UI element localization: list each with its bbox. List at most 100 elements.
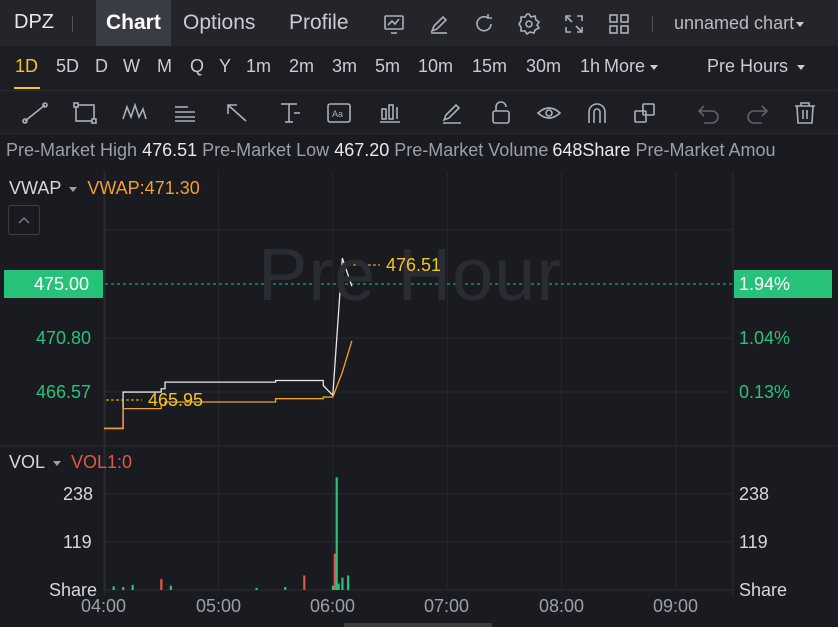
volume-bars: [112, 477, 350, 590]
divider: [652, 16, 653, 32]
chevron-down-icon: [797, 64, 806, 70]
percent-axis-label: 1.04%: [739, 328, 791, 348]
svg-text:Aa: Aa: [332, 109, 343, 119]
pre-market-volume-value: 648Share: [552, 140, 631, 160]
edit-icon[interactable]: [427, 12, 451, 36]
time-axis-label: 04:00: [81, 596, 127, 616]
undo-icon[interactable]: [696, 101, 722, 125]
chart-icon[interactable]: [382, 12, 406, 36]
timeframe-1d[interactable]: 1D: [15, 56, 38, 77]
timeframe-5d[interactable]: 5D: [56, 56, 79, 77]
price-axis-label: 466.57: [36, 382, 92, 402]
pattern-icon[interactable]: [121, 101, 147, 125]
settings-icon[interactable]: [517, 12, 541, 36]
timeframe-1h[interactable]: 1h: [580, 56, 600, 77]
volume-bar: [331, 585, 334, 590]
timeframe-q[interactable]: Q: [190, 56, 204, 77]
volume-legend[interactable]: VOL VOL1:0: [9, 452, 132, 473]
chevron-down-icon: [650, 64, 659, 70]
session-dropdown[interactable]: Pre Hours: [707, 56, 806, 77]
volume-bar: [333, 553, 336, 590]
trend-line-icon[interactable]: [22, 101, 48, 125]
text-label-icon[interactable]: Aa: [326, 101, 352, 125]
divider: [72, 16, 73, 32]
magnet-icon[interactable]: [584, 101, 610, 125]
trash-icon[interactable]: [792, 101, 818, 125]
timeframe-1m[interactable]: 1m: [246, 56, 271, 77]
volume-bar: [347, 575, 350, 590]
chevron-down-icon: [53, 460, 62, 466]
visibility-icon[interactable]: [536, 101, 562, 125]
timeframe-5m[interactable]: 5m: [375, 56, 400, 77]
pre-market-info-bar: Pre-Market High 476.51 Pre-Market Low 46…: [0, 140, 838, 168]
arrow-icon[interactable]: [224, 101, 250, 125]
timeframe-3m[interactable]: 3m: [332, 56, 357, 77]
tab-chart[interactable]: Chart: [96, 0, 171, 46]
volume-unit-label: Share: [739, 580, 788, 600]
timeframe-d[interactable]: D: [95, 56, 108, 77]
text-note-icon[interactable]: [172, 101, 198, 125]
vertical-measure-icon[interactable]: [276, 101, 302, 125]
collapse-button[interactable]: [8, 205, 40, 235]
vwap-legend[interactable]: VWAP VWAP:471.30: [9, 178, 200, 199]
volume-bar: [303, 575, 306, 590]
vwap-line: [104, 340, 353, 430]
fullscreen-icon[interactable]: [562, 12, 586, 36]
ticker-symbol[interactable]: DPZ: [14, 11, 54, 34]
chevron-down-icon: [796, 21, 805, 27]
timeframe-30m[interactable]: 30m: [526, 56, 561, 77]
pre-market-amount-label: Pre-Market Amou: [635, 140, 776, 160]
lock-icon[interactable]: [488, 101, 514, 125]
more-dropdown[interactable]: More: [604, 56, 659, 77]
layers-icon[interactable]: [632, 101, 658, 125]
volume-indicator-value: VOL1:0: [71, 452, 133, 472]
volume-bar: [131, 584, 134, 590]
chevron-up-icon: [18, 216, 30, 224]
volume-bar: [284, 587, 287, 590]
chart-scroll-indicator[interactable]: [344, 623, 492, 627]
session-label: Pre Hours: [707, 56, 789, 76]
brush-icon[interactable]: [439, 101, 465, 125]
pre-market-low-value: 467.20: [334, 140, 390, 160]
current-price-tag-left: 475.00: [4, 270, 103, 298]
redo-icon[interactable]: [744, 101, 770, 125]
indicator-icon[interactable]: [377, 101, 403, 125]
timeframe-m[interactable]: M: [157, 56, 172, 77]
timeframe-w[interactable]: W: [123, 56, 140, 77]
volume-axis-label: 119: [63, 532, 92, 552]
volume-bar: [335, 477, 338, 590]
chart-name-label: unnamed chart: [674, 13, 795, 33]
rectangle-icon[interactable]: [72, 101, 98, 125]
percent-axis-label: 0.13%: [739, 382, 791, 402]
price-axis-label: 470.80: [36, 328, 92, 348]
timeframe-15m[interactable]: 15m: [472, 56, 507, 77]
volume-indicator-name: VOL: [9, 452, 46, 472]
drawing-toolbar: Aa: [0, 90, 838, 134]
pre-market-volume-label: Pre-Market Volume: [394, 140, 549, 160]
time-axis-label: 06:00: [310, 596, 356, 616]
layout-grid-icon[interactable]: [607, 12, 631, 36]
pre-market-low-label: Pre-Market Low: [202, 140, 330, 160]
volume-bar: [169, 585, 172, 590]
current-percent-tag-right: 1.94%: [734, 270, 832, 298]
tab-profile[interactable]: Profile: [279, 0, 359, 46]
volume-bar: [337, 583, 340, 590]
timeframe-2m[interactable]: 2m: [289, 56, 314, 77]
vwap-indicator-value: VWAP:471.30: [87, 178, 200, 198]
timeframe-bar: 1D 5D D W M Q Y 1m 2m 3m 5m 10m 15m 30m …: [0, 46, 838, 90]
volume-bar: [255, 587, 258, 590]
vwap-indicator-name: VWAP: [9, 178, 62, 198]
pre-market-high-label: Pre-Market High: [6, 140, 138, 160]
refresh-icon[interactable]: [472, 12, 496, 36]
timeframe-y[interactable]: Y: [219, 56, 231, 77]
pre-market-high-value: 476.51: [142, 140, 198, 160]
time-axis-label: 05:00: [196, 596, 242, 616]
timeframe-10m[interactable]: 10m: [418, 56, 453, 77]
volume-axis-label: 238: [739, 484, 770, 504]
chart-name-dropdown[interactable]: unnamed chart: [674, 13, 805, 34]
volume-axis-label: 119: [739, 532, 768, 552]
tab-options[interactable]: Options: [173, 0, 265, 46]
more-label: More: [604, 56, 646, 76]
time-axis-label: 09:00: [653, 596, 699, 616]
volume-bar: [122, 587, 125, 590]
